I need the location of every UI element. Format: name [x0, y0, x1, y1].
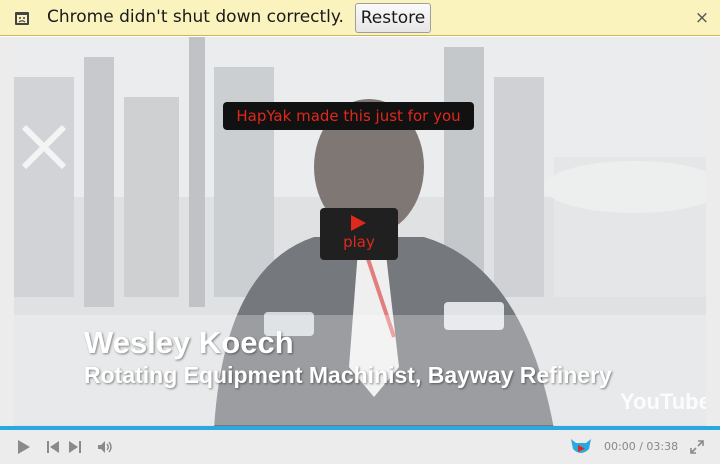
close-icon[interactable]: × — [693, 8, 711, 28]
restore-button[interactable]: Restore — [355, 3, 431, 33]
duration: 03:38 — [646, 440, 679, 453]
current-time: 00:00 — [604, 440, 636, 453]
play-label: play — [343, 233, 375, 251]
previous-icon[interactable] — [46, 440, 60, 454]
play-icon — [351, 215, 366, 231]
video-player: Wesley Koech Rotating Equipment Machinis… — [0, 37, 720, 464]
crashed-tab-icon — [15, 12, 29, 25]
play-icon[interactable] — [16, 439, 32, 455]
hapyak-banner[interactable]: HapYak made this just for you — [223, 102, 474, 130]
fullscreen-icon[interactable] — [690, 440, 704, 454]
caption-name: Wesley Koech — [84, 325, 294, 360]
restore-infobar: Chrome didn't shut down correctly. Resto… — [0, 0, 720, 36]
volume-icon[interactable] — [97, 440, 113, 454]
caption-title: Rotating Equipment Machinist, Bayway Ref… — [84, 362, 612, 388]
infobar-message: Chrome didn't shut down correctly. — [47, 7, 344, 27]
time-separator: / — [639, 440, 643, 453]
control-bar: 00:00 / 03:38 — [0, 430, 720, 464]
next-icon[interactable] — [68, 440, 82, 454]
youtube-watermark[interactable]: YouTube — [620, 389, 706, 415]
big-play-button[interactable]: play — [320, 208, 398, 260]
hapyak-logo-icon[interactable] — [570, 437, 592, 457]
time-display: 00:00 / 03:38 — [604, 440, 678, 453]
